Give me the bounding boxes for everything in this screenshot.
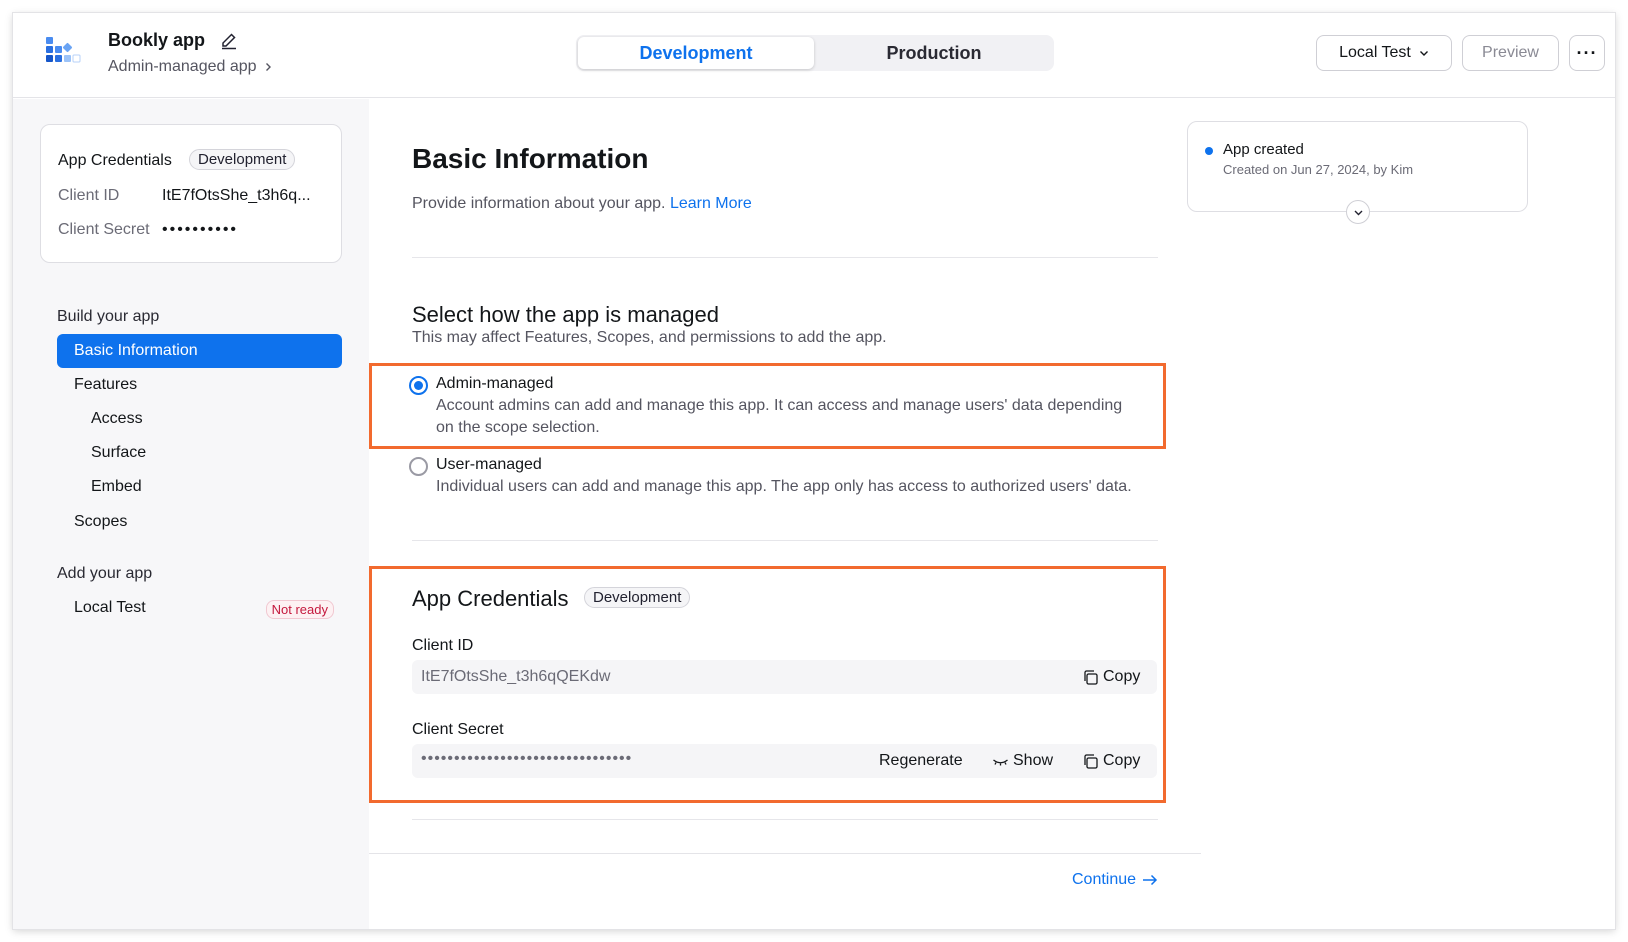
admin-managed-description: Account admins can add and manage this a… — [436, 397, 1123, 436]
user-managed-radio[interactable] — [409, 457, 428, 476]
copy-label: Copy — [1103, 752, 1141, 769]
sidebar-credentials-card: App Credentials Development Client ID It… — [40, 124, 342, 263]
arrow-right-icon — [1143, 874, 1158, 886]
not-ready-badge: Not ready — [265, 600, 334, 619]
continue-label: Continue — [1072, 871, 1137, 888]
client-secret-value: •••••••••••••••••••••••••••••••• — [421, 750, 633, 767]
edit-pencil-icon[interactable] — [220, 32, 238, 50]
activity-subtitle: Created on Jun 27, 2024, by Kim — [1223, 162, 1414, 177]
sidebar-client-id-label: Client ID — [58, 187, 120, 204]
sidebar-item-basic-information[interactable]: Basic Information — [57, 334, 342, 368]
admin-managed-title[interactable]: Admin-managed — [436, 375, 553, 393]
add-section-heading: Add your app — [57, 565, 153, 582]
client-id-label: Client ID — [412, 637, 474, 654]
show-secret-button[interactable]: Show — [992, 752, 1053, 770]
client-id-field: ItE7fOtsShe_t3h6qQEKdw Copy — [412, 660, 1157, 694]
status-dot — [1205, 147, 1213, 155]
sidebar-item-scopes[interactable]: Scopes — [57, 505, 342, 539]
app-logo-icon — [46, 37, 81, 63]
admin-managed-radio[interactable] — [409, 376, 428, 395]
user-managed-description: Individual users can add and manage this… — [436, 478, 1132, 495]
app-subtitle-text: Admin-managed app — [108, 58, 257, 75]
manage-section-subtitle: This may affect Features, Scopes, and pe… — [412, 329, 887, 346]
app-subtitle-link[interactable]: Admin-managed app — [108, 58, 273, 76]
client-secret-field: •••••••••••••••••••••••••••••••• Regener… — [412, 744, 1157, 778]
regenerate-button[interactable]: Regenerate — [879, 752, 963, 770]
continue-button[interactable]: Continue — [1072, 871, 1158, 889]
client-secret-label: Client Secret — [412, 721, 504, 738]
credentials-section-title: App Credentials — [412, 586, 569, 611]
copy-label: Copy — [1103, 668, 1141, 685]
environment-switcher: Development Production — [576, 35, 1054, 71]
activity-title: App created — [1223, 141, 1304, 158]
sidebar-item-embed[interactable]: Embed — [57, 470, 342, 504]
sidebar-credentials-title: App Credentials — [58, 152, 172, 169]
expand-activity-button[interactable] — [1346, 200, 1370, 224]
user-managed-title[interactable]: User-managed — [436, 456, 542, 474]
top-header: Bookly app Admin-managed app Development… — [13, 13, 1615, 98]
sidebar-item-local-test[interactable]: Local Test Not ready — [57, 591, 342, 625]
left-sidebar: App Credentials Development Client ID It… — [13, 99, 369, 929]
section-divider — [412, 257, 1158, 258]
sidebar-item-local-test-label: Local Test — [74, 599, 146, 616]
app-name: Bookly app — [108, 30, 206, 50]
main-content: Basic Information Provide information ab… — [369, 99, 1201, 929]
page-description: Provide information about your app. Lear… — [412, 195, 752, 213]
client-id-value: ItE7fOtsShe_t3h6qQEKdw — [421, 668, 611, 685]
build-section-heading: Build your app — [57, 308, 160, 325]
sidebar-client-secret-label: Client Secret — [58, 221, 150, 238]
app-window: Bookly app Admin-managed app Development… — [13, 13, 1615, 929]
local-test-dropdown[interactable]: Local Test — [1316, 35, 1452, 71]
credentials-badge: Development — [584, 587, 691, 608]
show-label: Show — [1013, 752, 1054, 769]
section-divider — [412, 819, 1158, 820]
activity-card: App created Created on Jun 27, 2024, by … — [1187, 121, 1528, 224]
sidebar-client-id-value: ItE7fOtsShe_t3h6q... — [162, 187, 311, 204]
sidebar-client-secret-value: •••••••••• — [162, 221, 239, 238]
copy-icon — [1084, 669, 1098, 685]
preview-button[interactable]: Preview — [1462, 35, 1559, 71]
chevron-right-icon — [265, 63, 271, 71]
regenerate-label: Regenerate — [879, 752, 963, 769]
footer-divider — [369, 853, 1201, 854]
chevron-down-icon — [1354, 210, 1362, 215]
tab-development[interactable]: Development — [578, 37, 814, 69]
local-test-label: Local Test — [1339, 44, 1411, 61]
section-divider — [412, 540, 1158, 541]
learn-more-link[interactable]: Learn More — [670, 195, 752, 212]
tab-production[interactable]: Production — [816, 37, 1052, 69]
chevron-down-icon — [1419, 51, 1428, 56]
page-description-text: Provide information about your app. — [412, 195, 666, 212]
page-title: Basic Information — [412, 143, 649, 174]
copy-client-id-button[interactable]: Copy — [1082, 668, 1140, 686]
sidebar-item-features[interactable]: Features — [57, 368, 342, 402]
sidebar-item-surface[interactable]: Surface — [57, 436, 342, 470]
eye-closed-icon — [993, 758, 1008, 765]
sidebar-credentials-badge: Development — [189, 149, 296, 170]
sidebar-item-access[interactable]: Access — [57, 402, 342, 436]
more-options-button[interactable]: ··· — [1569, 35, 1605, 71]
manage-section-title: Select how the app is managed — [412, 302, 719, 327]
copy-icon — [1084, 753, 1098, 769]
copy-client-secret-button[interactable]: Copy — [1082, 752, 1140, 770]
